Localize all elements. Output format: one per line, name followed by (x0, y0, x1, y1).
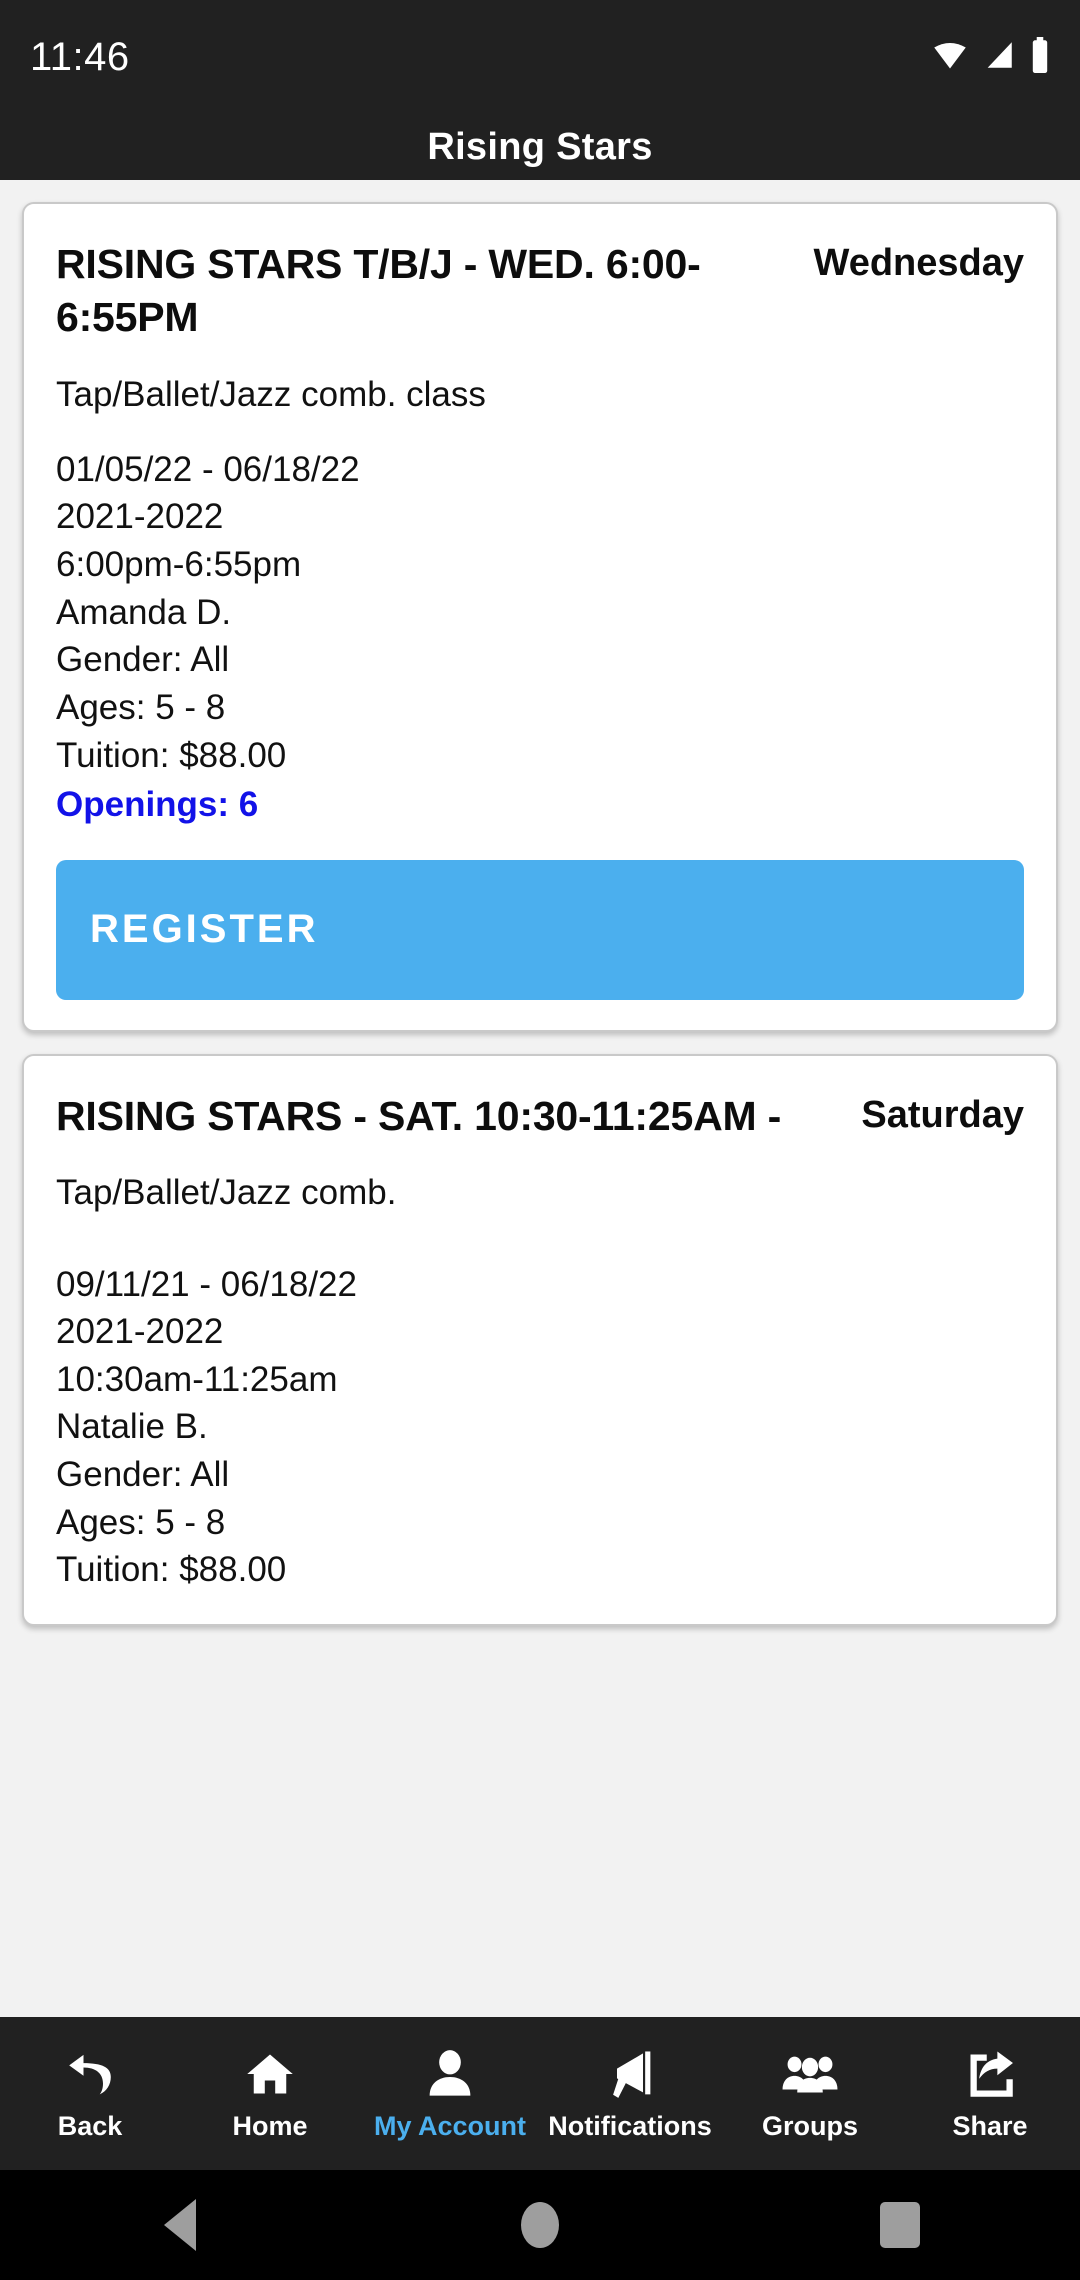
class-title: RISING STARS - SAT. 10:30-11:25AM - (56, 1092, 782, 1139)
nav-item-groups[interactable]: Groups (720, 2017, 900, 2170)
home-icon (244, 2045, 296, 2103)
class-detail-time: 6:00pm-6:55pm (56, 545, 302, 585)
class-openings-badge: Openings: 6 (56, 785, 259, 825)
class-detail-gender: Gender: All (56, 1455, 230, 1495)
android-system-nav (0, 2170, 1080, 2280)
nav-item-notifications[interactable]: Notifications (540, 2017, 720, 2170)
class-detail-teacher: Amanda D. (56, 592, 232, 632)
share-icon (964, 2045, 1016, 2103)
android-recents-icon (880, 2202, 920, 2248)
android-back-icon (164, 2199, 196, 2251)
class-detail-dates: 09/11/21 - 06/18/22 (56, 1264, 357, 1304)
megaphone-icon (604, 2045, 656, 2103)
class-description: Tap/Ballet/Jazz comb. class (56, 374, 486, 414)
class-detail-dates: 01/05/22 - 06/18/22 (56, 449, 360, 489)
class-card-header: RISING STARS - SAT. 10:30-11:25AM - Satu… (56, 1090, 1024, 1143)
android-recents-button[interactable] (720, 2202, 1080, 2248)
phone-screen: 11:46 Rising Stars RISING STARS T/B/J - (0, 0, 1080, 2280)
page-title: Rising Stars (427, 126, 653, 168)
class-day-label: Wednesday (813, 242, 1024, 284)
class-detail-season: 2021-2022 (56, 497, 224, 537)
person-icon (424, 2045, 476, 2103)
class-description: Tap/Ballet/Jazz comb. (56, 1173, 397, 1213)
class-card-header: RISING STARS T/B/J - WED. 6:00-6:55PM We… (56, 238, 1024, 345)
android-back-button[interactable] (0, 2199, 360, 2251)
nav-label-share: Share (952, 2111, 1028, 2141)
nav-label-my-account: My Account (373, 2111, 526, 2141)
class-detail-season: 2021-2022 (56, 1312, 224, 1352)
class-detail-tuition: Tuition: $88.00 (56, 1550, 287, 1590)
nav-label-notifications: Notifications (548, 2111, 712, 2141)
status-clock: 11:46 (30, 35, 130, 79)
class-detail-teacher: Natalie B. (56, 1407, 208, 1447)
undo-arrow-icon (64, 2045, 116, 2103)
nav-item-home[interactable]: Home (180, 2017, 360, 2170)
people-group-icon (781, 2045, 839, 2103)
nav-item-back[interactable]: Back (0, 2017, 180, 2170)
nav-label-home: Home (232, 2111, 308, 2141)
nav-item-share[interactable]: Share (900, 2017, 1080, 2170)
cellular-signal-icon (982, 40, 1016, 75)
android-home-icon (521, 2202, 559, 2248)
nav-label-groups: Groups (761, 2111, 858, 2141)
class-detail-ages: Ages: 5 - 8 (56, 1502, 226, 1542)
battery-icon (1030, 37, 1050, 78)
class-detail-ages: Ages: 5 - 8 (56, 688, 226, 728)
class-detail-list: 09/11/21 - 06/18/22 2021-2022 10:30am-11… (56, 1261, 1024, 1594)
class-day-label: Saturday (861, 1093, 1024, 1136)
class-detail-list: 01/05/22 - 06/18/22 2021-2022 6:00pm-6:5… (56, 446, 1024, 826)
class-card[interactable]: RISING STARS - SAT. 10:30-11:25AM - Satu… (22, 1053, 1058, 1626)
app-title-bar: Rising Stars (0, 115, 1080, 180)
class-list-scroll-area[interactable]: RISING STARS T/B/J - WED. 6:00-6:55PM We… (0, 180, 1080, 2017)
bottom-navigation-bar: Back Home My Account Notifications Group… (0, 2017, 1080, 2170)
class-card[interactable]: RISING STARS T/B/J - WED. 6:00-6:55PM We… (22, 202, 1058, 1032)
status-icon-group (932, 37, 1050, 78)
register-button[interactable]: REGISTER (56, 859, 1024, 1000)
wifi-icon (932, 40, 968, 75)
class-detail-gender: Gender: All (56, 640, 230, 680)
nav-label-back: Back (57, 2111, 123, 2141)
status-bar: 11:46 (0, 0, 1080, 115)
class-detail-tuition: Tuition: $88.00 (56, 735, 287, 775)
android-home-button[interactable] (360, 2202, 720, 2248)
class-detail-time: 10:30am-11:25am (56, 1359, 338, 1399)
nav-item-my-account[interactable]: My Account (360, 2017, 540, 2170)
class-title: RISING STARS T/B/J - WED. 6:00-6:55PM (56, 241, 701, 341)
